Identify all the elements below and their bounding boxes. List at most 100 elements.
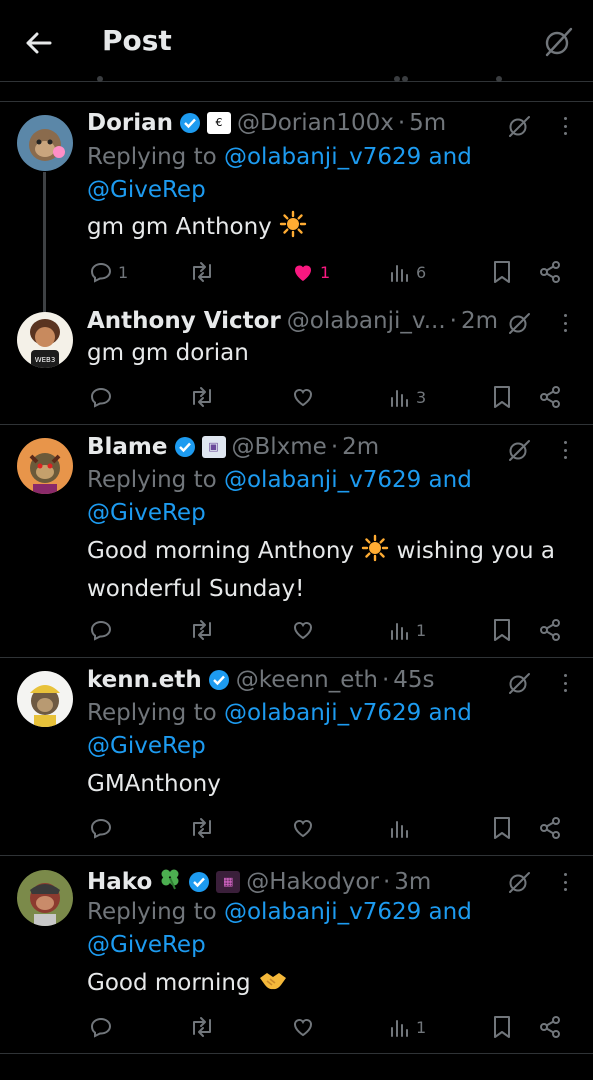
heart-icon	[294, 820, 312, 838]
repost-button[interactable]	[189, 257, 215, 287]
more-options-button[interactable]	[561, 114, 569, 138]
bookmark-button[interactable]	[491, 382, 513, 412]
replying-to: Replying to @olabanji_v7629 and @GiveRep	[87, 697, 527, 763]
timestamp[interactable]: 2m	[342, 432, 379, 462]
display-name[interactable]: Dorian	[87, 108, 173, 138]
mention-link[interactable]: @GiveRep	[87, 932, 206, 958]
share-button[interactable]	[538, 813, 562, 843]
post-actions: 1	[87, 1012, 567, 1042]
more-options-button[interactable]	[561, 671, 569, 695]
grok-icon[interactable]	[507, 114, 531, 138]
repost-button[interactable]	[189, 382, 215, 412]
post-text: Good morning	[87, 966, 567, 1004]
avatar[interactable]	[17, 870, 73, 926]
replying-to: Replying to @olabanji_v7629 and @GiveRep	[87, 141, 527, 207]
post-meta: Dorian € @Dorian100x · 5m	[87, 108, 503, 138]
avatar[interactable]: WEB3	[17, 312, 73, 368]
grok-icon[interactable]	[507, 870, 531, 894]
grok-icon[interactable]	[507, 671, 531, 695]
bookmark-button[interactable]	[491, 813, 513, 843]
mention-link[interactable]: @GiveRep	[87, 177, 206, 203]
reply-button[interactable]	[89, 382, 113, 412]
share-button[interactable]	[538, 382, 562, 412]
reply-button[interactable]: 1	[89, 257, 128, 287]
reply-post-dorian[interactable]: Dorian € @Dorian100x · 5m Replying to @o…	[0, 102, 593, 312]
user-handle[interactable]: @Blxme	[232, 432, 327, 462]
post-text: gm gm Anthony	[87, 210, 567, 248]
views-count: 6	[416, 262, 427, 282]
avatar[interactable]	[17, 115, 73, 171]
reply-post-blame[interactable]: Blame ▣ @Blxme · 2m Replying to @olabanj…	[0, 425, 593, 658]
user-handle[interactable]: @olabanji_v...	[287, 306, 446, 336]
share-button[interactable]	[538, 257, 562, 287]
display-name[interactable]: Anthony Victor	[87, 306, 281, 336]
bookmark-button[interactable]	[491, 1012, 513, 1042]
views-button[interactable]: 6	[389, 257, 426, 287]
grok-button[interactable]	[542, 26, 574, 58]
reply-button[interactable]	[89, 813, 113, 843]
views-button[interactable]: 1	[389, 1012, 426, 1042]
post-actions: 1 1 6	[87, 257, 567, 287]
verified-badge-icon	[179, 112, 201, 134]
page-title: Post	[102, 24, 172, 57]
like-button[interactable]	[291, 382, 315, 412]
views-button[interactable]	[389, 813, 411, 843]
timestamp[interactable]: 2m	[461, 306, 498, 336]
mention-link[interactable]: @olabanji_v7629 and	[224, 467, 472, 493]
post-text-content: Good morning Anthony	[87, 538, 355, 564]
reply-post-hako[interactable]: Hako ▦ @Hakodyor · 3m Replying to @olaba…	[0, 856, 593, 1054]
user-handle[interactable]: @Hakodyor	[246, 867, 379, 897]
views-count: 1	[416, 1017, 427, 1037]
mention-link[interactable]: @GiveRep	[87, 500, 206, 526]
display-name[interactable]: kenn.eth	[87, 665, 202, 695]
timestamp[interactable]: 3m	[394, 867, 431, 897]
reply-button[interactable]	[89, 615, 113, 645]
share-button[interactable]	[538, 1012, 562, 1042]
repost-button[interactable]	[189, 1012, 215, 1042]
verified-badge-icon	[188, 871, 210, 893]
bookmark-button[interactable]	[491, 615, 513, 645]
back-button[interactable]	[22, 26, 56, 60]
display-name[interactable]: Blame	[87, 432, 168, 462]
user-handle[interactable]: @keenn_eth	[236, 665, 378, 695]
retweet-icon	[193, 1017, 211, 1037]
timestamp[interactable]: 5m	[409, 108, 446, 138]
mention-link[interactable]: @olabanji_v7629 and	[224, 700, 472, 726]
avatar[interactable]	[17, 438, 73, 494]
reply-post-anthony[interactable]: WEB3 Anthony Victor @olabanji_v... · 2m …	[0, 297, 593, 425]
repost-button[interactable]	[189, 813, 215, 843]
views-button[interactable]: 3	[389, 382, 426, 412]
like-button[interactable]: 1	[291, 257, 330, 287]
share-button[interactable]	[538, 615, 562, 645]
retweet-icon	[193, 262, 211, 282]
reply-post-kenn[interactable]: kenn.eth @keenn_eth · 45s Replying to @o…	[0, 658, 593, 856]
share-icon	[540, 261, 560, 283]
views-icon	[391, 1020, 408, 1037]
top-bar: Post	[0, 0, 593, 82]
mention-link[interactable]: @olabanji_v7629 and	[224, 899, 472, 925]
separator-dot: ·	[330, 434, 339, 460]
bookmark-button[interactable]	[491, 257, 513, 287]
more-options-button[interactable]	[561, 870, 569, 894]
reply-button[interactable]	[89, 1012, 113, 1042]
more-options-button[interactable]	[561, 438, 569, 462]
more-options-button[interactable]	[561, 311, 569, 335]
mention-link[interactable]: @olabanji_v7629 and	[224, 144, 472, 170]
separator-dot: ·	[449, 308, 457, 334]
views-button[interactable]: 1	[389, 615, 426, 645]
mention-link[interactable]: @GiveRep	[87, 733, 206, 759]
grok-icon[interactable]	[507, 311, 531, 335]
like-button[interactable]	[291, 813, 315, 843]
like-button[interactable]	[291, 615, 315, 645]
avatar[interactable]	[17, 671, 73, 727]
views-count: 1	[416, 620, 427, 640]
post-meta: Blame ▣ @Blxme · 2m	[87, 432, 503, 462]
display-name[interactable]: Hako	[87, 867, 152, 897]
timestamp[interactable]: 45s	[393, 665, 434, 695]
repost-button[interactable]	[189, 615, 215, 645]
bookmark-icon	[494, 1016, 510, 1038]
like-button[interactable]	[291, 1012, 315, 1042]
handshake-emoji	[258, 968, 288, 1004]
user-handle[interactable]: @Dorian100x	[237, 108, 394, 138]
grok-icon[interactable]	[507, 438, 531, 462]
